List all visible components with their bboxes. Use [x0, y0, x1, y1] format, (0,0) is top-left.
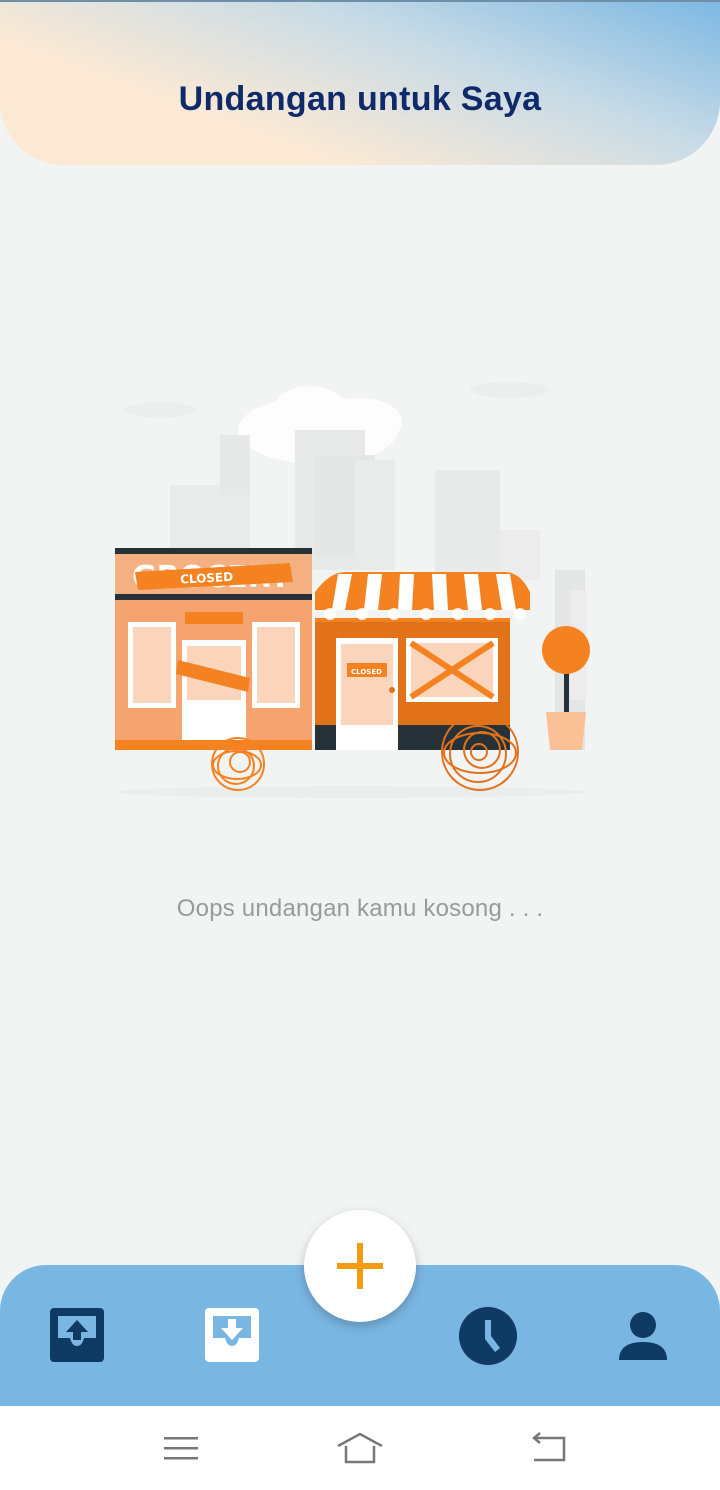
outbox-upload-icon [50, 1308, 104, 1362]
clock-icon [459, 1307, 517, 1365]
closed-banner-text: CLOSED [180, 570, 234, 587]
door-sign-text: CLOSED [351, 668, 382, 676]
add-icon [337, 1243, 383, 1289]
nav-history[interactable] [458, 1306, 518, 1366]
app-header: Undangan untuk Saya [0, 2, 720, 165]
nav-profile[interactable] [617, 1312, 669, 1360]
page-title: Undangan untuk Saya [178, 80, 542, 118]
home-button[interactable] [335, 1430, 385, 1466]
menu-icon [164, 1437, 198, 1460]
inbox-download-icon [205, 1308, 259, 1362]
closed-store-illustration: GROCERY CLOSED [108, 370, 612, 800]
nav-received-invitations[interactable] [205, 1308, 259, 1362]
ground-shadow [115, 786, 585, 798]
back-button[interactable] [528, 1430, 568, 1464]
profile-icon [619, 1312, 667, 1360]
home-icon [337, 1432, 383, 1464]
empty-state-message: Oops undangan kamu kosong . . . [176, 895, 544, 922]
back-icon [532, 1432, 566, 1462]
add-invitation-button[interactable] [304, 1210, 416, 1322]
recent-apps-button[interactable] [163, 1434, 199, 1464]
nav-sent-invitations[interactable] [50, 1308, 104, 1362]
